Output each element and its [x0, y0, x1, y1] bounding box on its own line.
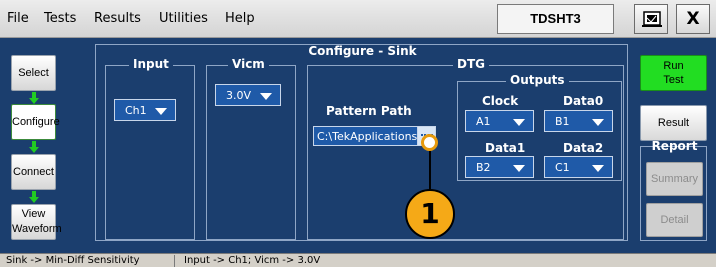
panel-title: Configure - Sink	[308, 44, 417, 58]
input-title: Input	[129, 57, 173, 71]
data0-dropdown[interactable]: B1	[544, 110, 613, 132]
menu-help[interactable]: Help	[225, 11, 255, 26]
dropdown-arrow-icon	[592, 165, 604, 172]
dropdown-arrow-icon	[260, 93, 272, 100]
callout-dot	[421, 134, 438, 151]
dropdown-arrow-icon	[513, 119, 525, 126]
run-test-label-2: Test	[663, 74, 684, 86]
record-icon	[642, 11, 662, 27]
callout-number: 1	[405, 189, 455, 239]
clock-value: A1	[476, 115, 491, 128]
input-group: Input Ch1	[105, 57, 195, 240]
vicm-dropdown[interactable]: 3.0V	[215, 84, 281, 106]
dropdown-arrow-icon	[513, 165, 525, 172]
report-group: Report Summary Detail	[640, 139, 707, 241]
down-arrow-icon	[29, 141, 39, 153]
data1-dropdown[interactable]: B2	[465, 156, 534, 178]
view-waveform-label-2: Waveform	[12, 223, 62, 235]
detail-button[interactable]: Detail	[646, 203, 703, 237]
vicm-group: Vicm 3.0V	[206, 57, 296, 240]
menu-utilities[interactable]: Utilities	[159, 11, 208, 26]
vicm-title: Vicm	[228, 57, 269, 71]
select-button[interactable]: Select	[11, 55, 56, 91]
dropdown-arrow-icon	[155, 108, 167, 115]
data0-value: B1	[555, 115, 570, 128]
vicm-value: 3.0V	[226, 89, 252, 102]
run-test-button[interactable]: Run Test	[640, 55, 707, 91]
data0-label: Data0	[563, 94, 604, 108]
status-divider	[174, 255, 175, 267]
menu-results[interactable]: Results	[94, 11, 141, 26]
view-waveform-button[interactable]: View Waveform	[11, 204, 62, 240]
data2-dropdown[interactable]: C1	[544, 156, 613, 178]
input-dropdown[interactable]: Ch1	[114, 99, 176, 121]
close-button[interactable]: X	[676, 4, 710, 34]
input-value: Ch1	[125, 104, 147, 117]
pattern-path-label: Pattern Path	[326, 104, 412, 118]
data1-label: Data1	[485, 141, 526, 155]
run-test-label-1: Run	[663, 60, 684, 72]
data1-value: B2	[476, 161, 491, 174]
connect-button[interactable]: Connect	[11, 154, 56, 190]
summary-button[interactable]: Summary	[646, 162, 703, 196]
outputs-title: Outputs	[506, 73, 569, 87]
configure-button[interactable]: Configure	[11, 104, 60, 140]
record-button[interactable]	[634, 4, 668, 34]
status-left: Sink -> Min-Diff Sensitivity	[6, 255, 140, 266]
data2-label: Data2	[563, 141, 604, 155]
dtg-title: DTG	[453, 57, 489, 71]
clock-dropdown[interactable]: A1	[465, 110, 534, 132]
view-waveform-label-1: View	[21, 208, 46, 220]
dropdown-arrow-icon	[592, 119, 604, 126]
data2-value: C1	[555, 161, 570, 174]
menu-file[interactable]: File	[7, 11, 29, 26]
clock-label: Clock	[482, 94, 519, 108]
menu-tests[interactable]: Tests	[44, 11, 76, 26]
down-arrow-icon	[29, 191, 39, 203]
menu-bar: File Tests Results Utilities Help TDSHT3…	[0, 0, 716, 38]
main-area: Select Configure Connect View Waveform C…	[0, 38, 716, 253]
instrument-name: TDSHT3	[497, 4, 614, 34]
status-right: Input -> Ch1; Vicm -> 3.0V	[184, 255, 321, 266]
down-arrow-icon	[29, 92, 39, 104]
result-button[interactable]: Result	[640, 105, 707, 141]
status-bar: Sink -> Min-Diff Sensitivity Input -> Ch…	[0, 253, 716, 267]
report-title: Report	[651, 139, 698, 153]
pattern-path-value: C:\TekApplications	[317, 130, 418, 143]
